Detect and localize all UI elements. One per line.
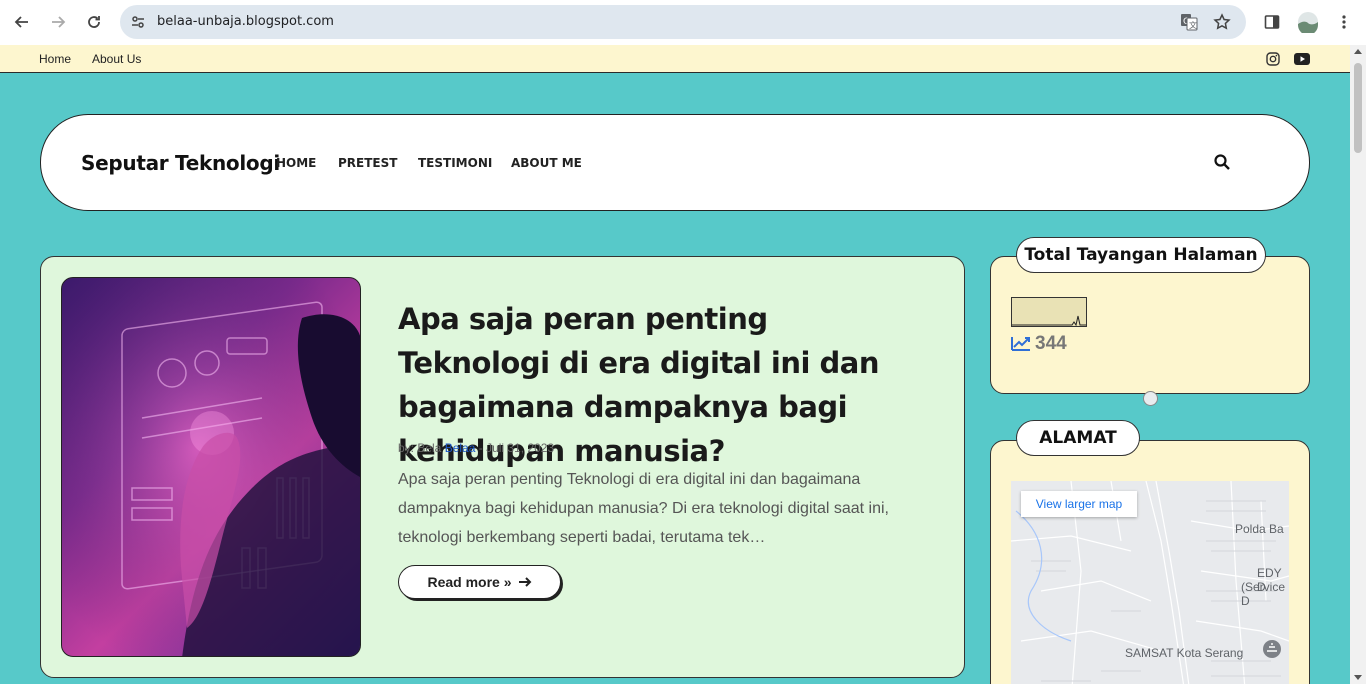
topbar-link-home[interactable]: Home [39, 52, 71, 66]
map-label: Polda Ba [1235, 522, 1284, 536]
back-arrow-icon[interactable] [8, 8, 36, 36]
site-header: Seputar Teknologi HOME PRETEST TESTIMONI… [40, 114, 1310, 211]
side-panel-icon[interactable] [1258, 8, 1286, 36]
page-scrollbar[interactable] [1350, 45, 1366, 684]
avatar[interactable] [1294, 8, 1322, 36]
map-label: (Service D [1241, 580, 1286, 608]
post-thumbnail[interactable] [61, 277, 361, 657]
youtube-icon[interactable] [1294, 51, 1310, 67]
nav-item-testimoni[interactable]: TESTIMONI [418, 156, 492, 170]
pageviews-count: 344 [1011, 333, 1067, 355]
address-widget-title: ALAMAT [1016, 420, 1140, 456]
post-excerpt: Apa saja peran penting Teknologi di era … [398, 471, 889, 546]
map-embed[interactable]: View larger map Polda Ba EDY D (Service … [1011, 481, 1289, 684]
url-text[interactable]: belaa-unbaja.blogspot.com [157, 14, 334, 29]
scroll-down-icon[interactable] [1354, 675, 1362, 680]
svg-text:文: 文 [1189, 20, 1197, 30]
read-more-button[interactable]: Read more » [398, 565, 561, 599]
carousel-dot[interactable] [1143, 391, 1158, 406]
nav-item-home[interactable]: HOME [276, 156, 316, 170]
forward-arrow-icon[interactable] [44, 8, 72, 36]
trending-up-icon [1011, 337, 1030, 351]
browser-toolbar: belaa-unbaja.blogspot.com G文 [0, 0, 1366, 45]
post-byline: by: Bela Belaa - Juli 31, 2023 [398, 441, 554, 455]
byline-prefix: by: Bela [398, 441, 442, 455]
map-label: SAMSAT Kota Serang [1125, 646, 1244, 660]
top-bar: Home About Us [0, 45, 1350, 73]
nav-item-about-me[interactable]: ABOUT ME [511, 156, 582, 170]
pageviews-widget-title: Total Tayangan Halaman [1016, 237, 1266, 273]
address-widget: View larger map Polda Ba EDY D (Service … [990, 440, 1310, 684]
address-bar[interactable]: belaa-unbaja.blogspot.com G文 [120, 5, 1246, 39]
pageviews-number: 344 [1035, 333, 1067, 354]
instagram-icon[interactable] [1265, 51, 1281, 67]
nav-item-pretest[interactable]: PRETEST [338, 156, 397, 170]
post-date: Juli 31, 2023 [486, 441, 555, 455]
arrow-right-icon [518, 577, 531, 587]
scroll-up-icon[interactable] [1354, 49, 1362, 54]
pageviews-sparkline [1011, 297, 1087, 327]
view-larger-map-link[interactable]: View larger map [1021, 491, 1137, 517]
reload-icon[interactable] [80, 8, 108, 36]
site-brand[interactable]: Seputar Teknologi [81, 151, 280, 175]
topbar-link-about-us[interactable]: About Us [92, 52, 141, 66]
pageviews-widget: 344 [990, 256, 1310, 394]
read-more-label: Read more » [427, 574, 512, 590]
translate-icon[interactable]: G文 [1179, 12, 1199, 32]
byline-separator: - [478, 441, 483, 455]
kebab-menu-icon[interactable] [1330, 8, 1358, 36]
scrollbar-thumb[interactable] [1354, 63, 1362, 153]
author-link[interactable]: Belaa [445, 441, 476, 455]
star-icon[interactable] [1212, 12, 1232, 32]
site-info-icon[interactable] [128, 12, 148, 32]
post-card: Apa saja peran penting Teknologi di era … [40, 256, 965, 678]
search-icon[interactable] [1213, 153, 1231, 171]
